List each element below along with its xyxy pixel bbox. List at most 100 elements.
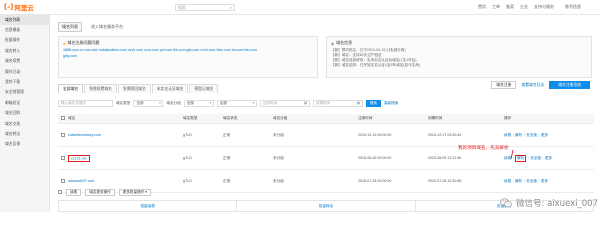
sidebar-item-renew[interactable]: 域名续费 <box>0 57 49 67</box>
type-cell: gTLD <box>183 179 192 183</box>
nav-item-support[interactable]: 支持与服务 <box>534 4 554 10</box>
info-line: 【新】域名结构：已开放实名认证1至5年域名(如今生命) <box>331 63 421 67</box>
group-select[interactable]: 全部 ▾ <box>183 99 214 107</box>
row-checkbox[interactable] <box>61 132 65 137</box>
status-cell: 正常 <box>223 178 231 183</box>
col-reg-date[interactable]: 注册时间 <box>358 116 428 121</box>
type-select[interactable]: 全部 ▾ <box>133 99 164 107</box>
group-cell: 未分组 <box>273 132 284 137</box>
tab-domain-platform[interactable]: 进入域名服务平台 <box>88 23 126 31</box>
renew-link[interactable]: 续费 <box>504 133 511 138</box>
status-select[interactable]: 全部 ▾ <box>216 99 257 107</box>
main-content: 域名列表 进入域名服务平台 ● 域名注册问题问题 1688.com.cn nnn… <box>58 15 594 212</box>
col-status: 域名状态 <box>223 116 238 120</box>
notice-title-row: ● 域名注册问题问题 <box>63 40 313 46</box>
more-link[interactable]: 更多 <box>545 156 552 161</box>
domain-info-panel: ◆ 域名信息 【新】预约抢注：已于2019-03-15上线(部分首) 【新】域名… <box>326 36 592 78</box>
domain-log-link[interactable]: 查看域名日志 <box>520 81 546 89</box>
bulk-domain-ops-button[interactable]: 域名更多操作 <box>85 188 115 196</box>
tab-renew-urgent[interactable]: 急需续费域名 <box>84 84 117 93</box>
sidebar-item-feedback[interactable]: 域名反馈 <box>0 140 49 150</box>
notice-line[interactable]: gdq.com <box>63 54 313 60</box>
exp-date-cell: 2024-12-17 03:30:44 <box>428 133 462 137</box>
list-actions: 域名注册 查看域名日志 域名注册添加 <box>491 81 590 89</box>
domain-link[interactable]: aihaomi007.com <box>68 179 94 183</box>
select-all-checkbox[interactable] <box>61 116 65 120</box>
security-lock-link[interactable]: 安全锁 <box>526 133 537 138</box>
sidebar-item-transfer-in[interactable]: 域名转入 <box>0 46 49 56</box>
domain-search-input[interactable]: 输入域名关键字 <box>58 99 113 107</box>
register-domain-button[interactable]: 域名注册 <box>491 81 517 89</box>
info-title: 域名信息 <box>336 40 353 45</box>
sidebar-item-email[interactable]: 邮箱验证 <box>0 98 49 108</box>
group-select-value: 全部 <box>186 100 194 105</box>
security-lock-link[interactable]: 安全锁 <box>530 156 541 161</box>
exp-date-cell: 2022-07-28 12:30:56 <box>428 179 462 183</box>
search-icon[interactable]: ⌕ <box>230 5 232 10</box>
nav-item-icp[interactable]: 备案 <box>506 4 514 10</box>
sidebar-item-downloads[interactable]: 我的下载 <box>0 77 49 87</box>
domain-link-highlighted[interactable]: cc121.net <box>68 154 90 162</box>
annotation-arrow <box>510 149 514 160</box>
search-input-placeholder: 输入域名关键字 <box>61 100 87 105</box>
add-domain-button[interactable]: 域名注册添加 <box>549 81 590 89</box>
bulk-renew-button[interactable]: 续费 <box>66 188 82 196</box>
sidebar-item-templates[interactable]: 信息模板 <box>0 25 49 35</box>
tab-domain-list[interactable]: 域名列表 <box>58 22 82 32</box>
chevron-down-icon: ▾ <box>144 190 148 194</box>
bulk-select-checkbox[interactable] <box>58 190 62 194</box>
row-checkbox[interactable] <box>61 178 65 183</box>
wechat-icon <box>500 198 512 208</box>
resolve-link[interactable]: 解析 <box>515 133 522 138</box>
top-nav: 费用 工单 备案 企业 支持与服务 <box>478 4 554 10</box>
nav-item-enterprise[interactable]: 企业 <box>520 4 528 10</box>
reg-date-cell: 2015-06-06 00:00:00 <box>358 156 392 160</box>
domain-link[interactable]: zuiweidomainsy.com <box>68 133 101 137</box>
nav-item-tickets[interactable]: 工单 <box>492 4 500 10</box>
info-title-row: ◆ 域名信息 <box>331 40 587 46</box>
sidebar-item-buyback[interactable]: 域名回购 <box>0 109 49 119</box>
tab-unverified[interactable]: 未实名认证域名 <box>151 84 189 93</box>
resolve-link[interactable]: 解析 <box>515 179 522 184</box>
nav-item-fees[interactable]: 费用 <box>478 4 486 10</box>
search-button[interactable]: 搜索 <box>365 99 381 107</box>
status-cell: 正常 <box>223 155 231 160</box>
notice-title: 域名注册问题问题 <box>67 40 100 45</box>
global-search-input[interactable]: 搜索 ⌕ <box>175 4 235 11</box>
more-link[interactable]: 更多 <box>541 133 548 138</box>
type-cell: gTLD <box>183 156 192 160</box>
ops-cell: 续费 | 解析 | 安全锁 | 更多 <box>504 133 584 138</box>
advanced-search-link[interactable]: 高级搜索 <box>384 101 398 106</box>
account-menu[interactable]: 账号信息 <box>565 4 581 10</box>
bell-icon: ◆ <box>331 40 335 46</box>
reg-date-input[interactable]: 注册时间 ▦ <box>259 99 310 107</box>
tab-preregistered[interactable]: 预登记域名 <box>189 84 219 93</box>
col-domain[interactable]: 域名 <box>68 116 183 121</box>
security-lock-link[interactable]: 安全锁 <box>526 179 537 184</box>
renew-link[interactable]: 续费 <box>504 179 511 184</box>
sidebar-item-log[interactable]: 操作记录 <box>0 67 49 77</box>
table-row: zuiweidomainsy.com gTLD 正常 未分组 2019-12-1… <box>58 124 594 147</box>
bottom-transfer-link[interactable]: 批量转出 <box>237 201 416 211</box>
status-select-value: 全部 <box>219 100 227 105</box>
sidebar-item-transfer-out[interactable]: 域名转出 <box>0 129 49 139</box>
sidebar-item-batch[interactable]: 批量操作 <box>0 36 49 46</box>
status-tabs: 全部域名 急需续费域名 急需赎回域名 未实名认证域名 预登记域名 <box>58 84 219 93</box>
bulk-more-ops-dropdown[interactable]: 更多批量操作 ▾ <box>118 188 152 196</box>
reg-date-placeholder: 注册时间 <box>262 100 278 105</box>
separator: | <box>538 179 540 183</box>
type-select-value: 全部 <box>136 100 144 105</box>
wechat-watermark: 微信号: aixuexi_007 <box>430 196 600 210</box>
bottom-renew-link[interactable]: 批量续费 <box>59 201 238 211</box>
row-checkbox[interactable] <box>61 155 65 160</box>
sidebar-item-security-lock[interactable]: 安全锁管理 <box>0 88 49 98</box>
more-link[interactable]: 更多 <box>541 179 548 184</box>
tab-redeem-urgent[interactable]: 急需赎回域名 <box>117 84 151 93</box>
tab-all-domains[interactable]: 全部域名 <box>58 84 84 93</box>
chevron-down-icon: ▾ <box>252 101 255 105</box>
sidebar-item-trade[interactable]: 域名交易 <box>0 119 49 129</box>
brand-logo[interactable]: [-] 阿里云 <box>4 0 34 15</box>
exp-date-input[interactable]: 到期时间 ▦ <box>312 99 363 107</box>
sidebar-item-domain-list[interactable]: 域名列表 <box>0 15 49 26</box>
col-exp-date[interactable]: 到期时间 <box>428 116 504 121</box>
